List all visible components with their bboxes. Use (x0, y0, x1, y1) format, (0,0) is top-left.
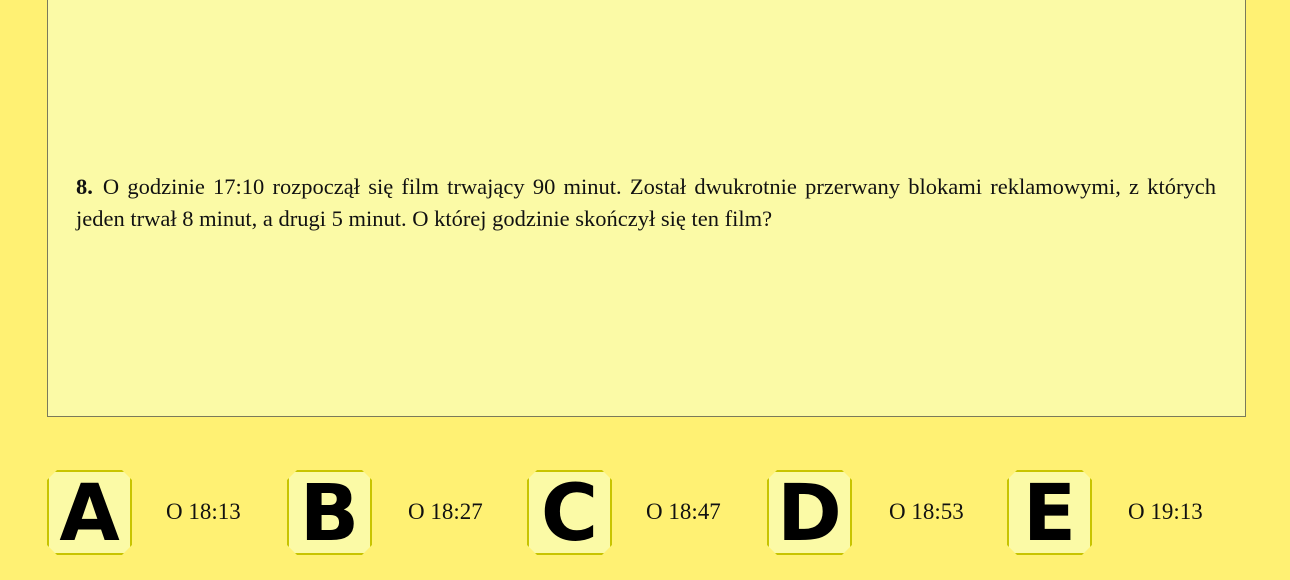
answer-key-b[interactable]: B (287, 470, 372, 555)
answer-key-e[interactable]: E (1007, 470, 1092, 555)
answer-letter-e: E (1022, 468, 1077, 559)
answer-option-b[interactable]: B O 18:27 (287, 470, 507, 556)
answer-key-c[interactable]: C (527, 470, 612, 555)
question-panel: 8. O godzinie 17:10 rozpoczął się film tr… (47, 0, 1246, 417)
answer-letter-b: B (299, 468, 360, 559)
answer-option-d[interactable]: D O 18:53 (767, 470, 987, 556)
answer-value-e[interactable]: O 19:13 (1128, 499, 1203, 525)
question-number: 8. (76, 174, 93, 199)
answer-value-d[interactable]: O 18:53 (889, 499, 964, 525)
answer-option-a[interactable]: A O 18:13 (47, 470, 267, 556)
answer-value-c[interactable]: O 18:47 (646, 499, 721, 525)
answer-value-b[interactable]: O 18:27 (408, 499, 483, 525)
answer-key-d[interactable]: D (767, 470, 852, 555)
answer-option-e[interactable]: E O 19:13 (1007, 470, 1227, 556)
answer-letter-c: C (540, 468, 599, 559)
answer-letter-a: A (59, 468, 120, 559)
question-text: 8. O godzinie 17:10 rozpoczął się film tr… (76, 171, 1216, 235)
answer-option-c[interactable]: C O 18:47 (527, 470, 747, 556)
question-body: O godzinie 17:10 rozpoczął się film trwa… (76, 174, 1216, 231)
answer-value-a[interactable]: O 18:13 (166, 499, 241, 525)
answer-options: A O 18:13 B O 18:27 C O 18:47 D O 18:53 … (0, 470, 1290, 556)
answer-key-a[interactable]: A (47, 470, 132, 555)
answer-letter-d: D (777, 468, 842, 559)
